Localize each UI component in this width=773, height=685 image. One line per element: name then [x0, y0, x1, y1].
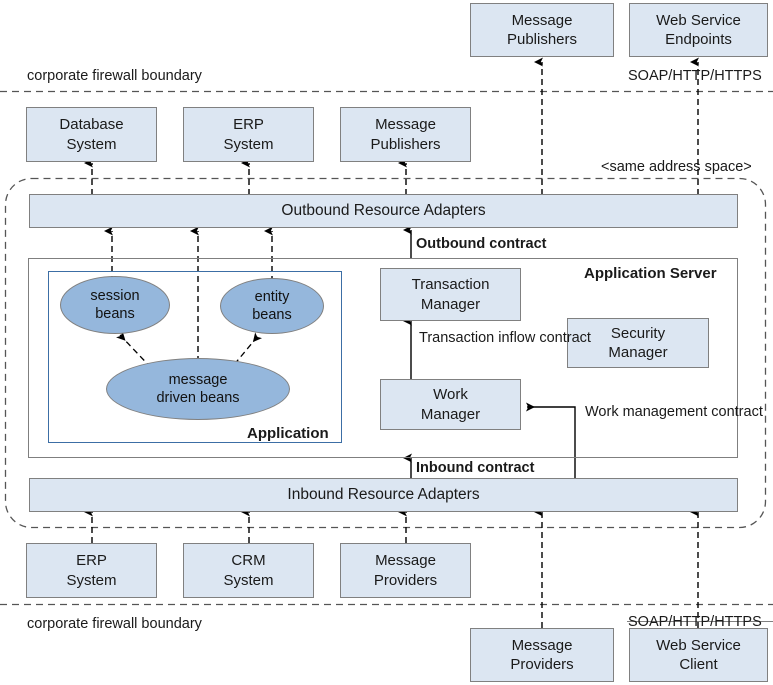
node-database-system[interactable]: Database System — [26, 107, 157, 162]
bean-label-line1: session — [90, 287, 140, 304]
application-label: Application — [247, 425, 329, 442]
node-label-line2: System — [223, 135, 274, 153]
node-erp-system-bottom[interactable]: ERP System — [26, 543, 157, 598]
node-crm-system[interactable]: CRM System — [183, 543, 314, 598]
node-message-publishers-external[interactable]: Message Publishers — [470, 3, 614, 57]
top-firewall-label: corporate firewall boundary — [27, 68, 202, 84]
node-label-line2: Manager — [420, 405, 481, 423]
node-message-providers[interactable]: Message Providers — [340, 543, 471, 598]
node-label-line2: Publishers — [370, 135, 441, 153]
bean-label-line1: entity — [254, 288, 290, 305]
inbound-contract-label: Inbound contract — [416, 460, 535, 476]
node-label-line2: System — [66, 571, 117, 589]
address-space-label: <same address space> — [601, 159, 752, 175]
transaction-inflow-line2: inflow contract — [498, 330, 591, 346]
node-label-line1: Database — [59, 116, 124, 134]
node-label-line2: Endpoints — [665, 31, 732, 48]
application-server-label: Application Server — [584, 265, 717, 282]
inbound-resource-adapters-bar[interactable]: Inbound Resource Adapters — [29, 478, 738, 512]
bean-label-line2: driven beans — [156, 390, 240, 406]
node-label-line1: Message — [375, 116, 436, 134]
outbound-resource-adapters-label: Outbound Resource Adapters — [281, 202, 486, 219]
node-label-line1: ERP — [76, 552, 107, 570]
work-management-line1: Work management — [585, 404, 708, 420]
node-label-line1: Security — [610, 324, 666, 342]
node-label-line2: Manager — [608, 344, 668, 361]
soap-top-label: SOAP/HTTP/HTTPS — [628, 68, 762, 84]
node-label-line2: Manager — [420, 295, 481, 313]
connector-architecture-diagram: Message Publishers Web Service Endpoints… — [0, 0, 773, 685]
node-message-publishers[interactable]: Message Publishers — [340, 107, 471, 162]
ellipse-entity-beans[interactable]: entity beans — [220, 278, 324, 334]
bottom-firewall-label: corporate firewall boundary — [27, 616, 202, 632]
node-label-line2: Client — [679, 656, 718, 673]
bean-label-line2: beans — [95, 306, 135, 322]
node-label-line2: System — [66, 135, 117, 153]
work-management-line2: contract — [711, 404, 763, 420]
bean-label-line2: beans — [252, 307, 292, 323]
node-label-line2: System — [223, 571, 274, 589]
node-label-line2: Publishers — [506, 31, 578, 48]
node-web-service-endpoints[interactable]: Web Service Endpoints — [629, 3, 768, 57]
node-label-line1: Message — [511, 11, 573, 29]
node-label-line1: CRM — [231, 552, 266, 570]
inbound-resource-adapters-label: Inbound Resource Adapters — [287, 486, 480, 503]
node-label-line1: Message — [511, 636, 573, 654]
ellipse-message-driven-beans[interactable]: message driven beans — [106, 358, 290, 420]
node-label-line1: Message — [375, 552, 436, 570]
node-label-line2: Providers — [373, 571, 438, 589]
node-work-manager[interactable]: Work Manager — [380, 379, 521, 430]
node-label-line1: Web Service — [656, 636, 741, 654]
node-label-line1: ERP — [233, 116, 264, 134]
node-label-line1: Work — [433, 386, 468, 404]
node-message-providers-external[interactable]: Message Providers — [470, 628, 614, 682]
transaction-inflow-contract-label: Transaction inflow contract — [419, 330, 591, 348]
node-transaction-manager[interactable]: Transaction Manager — [380, 268, 521, 321]
node-label-line1: Web Service — [656, 11, 741, 29]
outbound-resource-adapters-bar[interactable]: Outbound Resource Adapters — [29, 194, 738, 228]
work-management-contract-label: Work management contract — [585, 404, 763, 422]
node-label-line1: Transaction — [411, 276, 490, 294]
node-web-service-client[interactable]: Web Service Client — [629, 628, 768, 682]
outbound-contract-label: Outbound contract — [416, 236, 547, 252]
transaction-inflow-line1: Transaction — [419, 330, 495, 346]
bean-label-line1: message — [168, 371, 228, 388]
node-label-line2: Providers — [510, 656, 574, 673]
node-erp-system-top[interactable]: ERP System — [183, 107, 314, 162]
ellipse-session-beans[interactable]: session beans — [60, 276, 170, 334]
